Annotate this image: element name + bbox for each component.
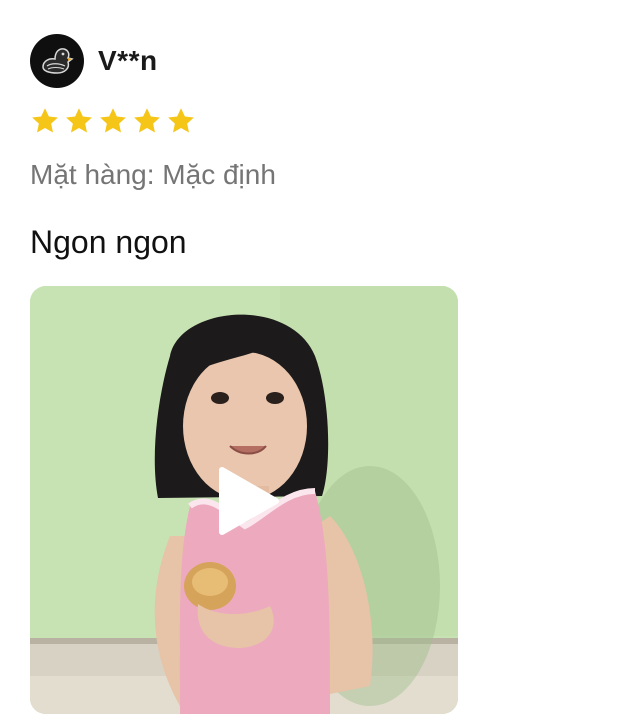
review-card: V**n Mặt hàng: Mặc định Ngon ngon bbox=[0, 0, 620, 716]
duck-logo-icon bbox=[42, 48, 74, 74]
review-video[interactable] bbox=[30, 286, 458, 714]
avatar[interactable] bbox=[30, 34, 84, 88]
star-icon bbox=[168, 108, 194, 133]
star-icon bbox=[66, 108, 92, 133]
play-icon[interactable] bbox=[214, 466, 280, 536]
star-icon bbox=[134, 108, 160, 133]
variant-label: Mặt hàng: Mặc định bbox=[30, 159, 276, 190]
star-icon bbox=[32, 108, 58, 133]
star-rating bbox=[30, 106, 196, 136]
star-icon bbox=[100, 108, 126, 133]
review-header: V**n bbox=[30, 34, 158, 88]
review-comment: Ngon ngon bbox=[30, 224, 187, 260]
reviewer-name: V**n bbox=[98, 45, 158, 76]
